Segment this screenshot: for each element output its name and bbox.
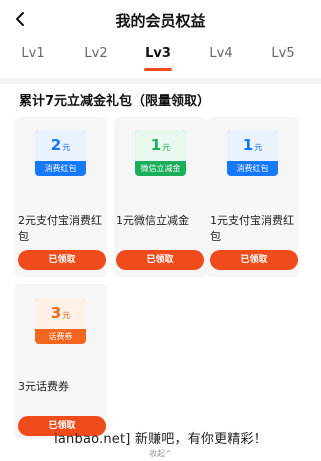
coupon-badge: 消费红包: [236, 164, 269, 173]
reward-name: 2元支付宝消费红包: [18, 214, 102, 243]
reward-card: 3元 话费券 3元话费券 已领取: [14, 284, 107, 439]
reward-name: 1元微信立减金: [116, 214, 189, 227]
reward-card: 2元 消费红包 2元支付宝消费红包 已领取: [14, 117, 107, 277]
watermark-text: ianbao.net] 新赚吧，有你更精彩！: [54, 432, 267, 447]
coupon-amount: 2元: [50, 136, 71, 154]
coupon-top: 3元: [35, 298, 86, 329]
reward-name: 1元支付宝消费红包: [210, 214, 294, 243]
reward-name: 3元话费券: [18, 380, 69, 393]
coupon-image: 1元 消费红包: [227, 130, 278, 176]
claimed-button[interactable]: 已领取: [116, 250, 204, 270]
tab-lv1[interactable]: Lv1: [8, 46, 58, 61]
claimed-button[interactable]: 已领取: [210, 250, 298, 270]
coupon-amount: 1元: [150, 136, 171, 154]
tab-lv5[interactable]: Lv5: [258, 46, 308, 61]
section-divider: [0, 78, 321, 84]
coupon-amount: 3元: [50, 304, 71, 322]
coupon-top: 1元: [227, 130, 278, 161]
coupon-image: 1元 微信立减金: [135, 130, 186, 176]
coupon-top: 2元: [35, 130, 86, 161]
coupon-badge: 消费红包: [44, 164, 77, 173]
coupon-top: 1元: [135, 130, 186, 161]
reward-card: 1元 消费红包 1元支付宝消费红包 已领取: [206, 117, 299, 277]
coupon-image: 2元 消费红包: [35, 130, 86, 176]
active-tab-indicator: [144, 68, 172, 71]
tab-lv3[interactable]: Lv3: [133, 46, 183, 61]
page-title: 我的会员权益: [115, 12, 206, 30]
coupon-badge: 微信立减金: [140, 164, 181, 173]
tab-lv2[interactable]: Lv2: [71, 46, 121, 61]
coupon-image: 3元 话费券: [35, 298, 86, 344]
claimed-button[interactable]: 已领取: [18, 250, 106, 270]
header-bar: 我的会员权益: [0, 0, 321, 40]
coupon-badge: 话费券: [48, 332, 73, 341]
section-title: 累计7元立减金礼包（限量领取）: [19, 94, 211, 109]
collapse-link[interactable]: 收起^: [0, 448, 321, 459]
coupon-amount: 1元: [242, 136, 263, 154]
reward-card: 1元 微信立减金 1元微信立减金 已领取: [114, 117, 207, 277]
tab-lv4[interactable]: Lv4: [196, 46, 246, 61]
